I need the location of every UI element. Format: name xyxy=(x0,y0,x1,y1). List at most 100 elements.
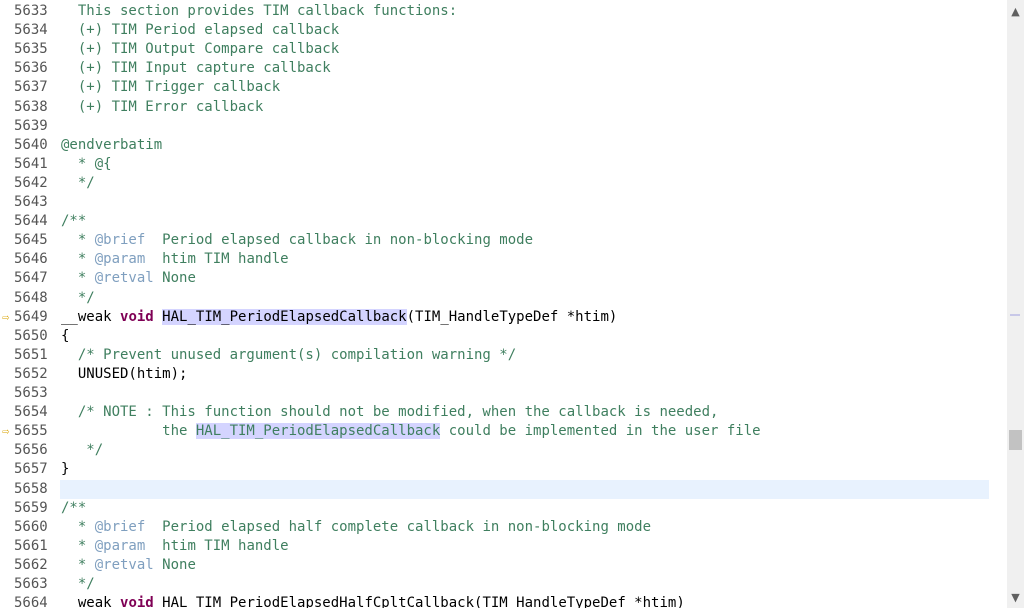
code-line[interactable]: 5646 * @param htim TIM handle xyxy=(0,250,990,269)
code-line[interactable]: 5648 */ xyxy=(0,289,990,308)
line-number: 5639 xyxy=(14,117,48,134)
code-text[interactable]: /* Prevent unused argument(s) compilatio… xyxy=(61,346,516,365)
code-token: @retval xyxy=(94,556,154,573)
code-line[interactable]: 5633 This section provides TIM callback … xyxy=(0,2,990,21)
code-line[interactable]: 5658 xyxy=(0,480,990,499)
code-token: /* Prevent unused argument(s) compilatio… xyxy=(61,346,517,363)
code-line[interactable]: 5643 xyxy=(0,193,990,212)
code-token: void xyxy=(120,308,154,325)
code-line[interactable]: 5652 UNUSED(htim); xyxy=(0,365,990,384)
code-text[interactable]: } xyxy=(61,460,69,479)
code-text[interactable]: */ xyxy=(61,289,95,308)
line-number: 5645 xyxy=(14,232,48,249)
code-text[interactable]: { xyxy=(61,327,69,346)
code-text[interactable]: __weak void HAL_TIM_PeriodElapsedCallbac… xyxy=(61,308,617,327)
code-line[interactable]: 5657} xyxy=(0,460,990,479)
code-line[interactable]: 5663 */ xyxy=(0,575,990,594)
code-token: */ xyxy=(61,289,95,306)
code-line[interactable]: 5661 * @param htim TIM handle xyxy=(0,537,990,556)
code-line[interactable]: 5647 * @retval None xyxy=(0,269,990,288)
overview-occurrence-marker[interactable] xyxy=(1010,314,1020,316)
line-number: 5663 xyxy=(14,576,48,592)
code-token: This section provides TIM callback funct… xyxy=(61,3,458,19)
code-line[interactable]: 5635 (+) TIM Output Compare callback xyxy=(0,40,990,59)
code-line[interactable]: 5664 __weak void HAL_TIM_PeriodElapsedHal… xyxy=(0,594,990,608)
code-line[interactable]: 5634 (+) TIM Period elapsed callback xyxy=(0,21,990,40)
code-token: { xyxy=(61,327,70,344)
code-line[interactable]: 5642 */ xyxy=(0,174,990,193)
code-text[interactable]: (+) TIM Input capture callback xyxy=(61,59,331,78)
code-line[interactable]: 5638 (+) TIM Error callback xyxy=(0,98,990,117)
line-number: 5650 xyxy=(14,327,48,344)
code-line[interactable]: 5650 { xyxy=(0,327,990,346)
code-line[interactable]: 5640 @endverbatim xyxy=(0,136,990,155)
code-line[interactable]: 5659 /** xyxy=(0,499,990,518)
code-token: __weak xyxy=(61,595,121,608)
code-text[interactable]: /** xyxy=(61,212,86,231)
code-text[interactable]: This section provides TIM callback funct… xyxy=(61,2,457,21)
code-text[interactable]: * @param htim TIM handle xyxy=(61,250,289,269)
code-line[interactable]: 5653 xyxy=(0,384,990,403)
code-line[interactable]: 5651 /* Prevent unused argument(s) compi… xyxy=(0,346,990,365)
code-text[interactable]: UNUSED(htim); xyxy=(61,365,188,384)
code-line[interactable]: 5656 */ xyxy=(0,441,990,460)
code-editor[interactable]: 5633 This section provides TIM callback … xyxy=(0,0,990,608)
line-number: 5653 xyxy=(14,385,48,401)
line-number: 5636 xyxy=(14,60,48,77)
code-text[interactable]: * @{ xyxy=(61,155,112,174)
code-line[interactable]: 5641 * @{ xyxy=(0,155,990,174)
code-text[interactable]: the HAL_TIM_PeriodElapsedCallback could … xyxy=(61,422,761,441)
code-text[interactable]: * @retval None xyxy=(61,269,196,288)
occurrence-arrow-icon[interactable]: ⇨ xyxy=(2,422,14,441)
line-number: 5661 xyxy=(14,537,48,554)
code-line[interactable]: 5636 (+) TIM Input capture callback xyxy=(0,59,990,78)
code-text[interactable]: * @brief Period elapsed callback in non-… xyxy=(61,231,533,250)
code-text[interactable]: * @brief Period elapsed half complete ca… xyxy=(61,518,651,537)
code-line[interactable]: 5645 * @brief Period elapsed callback in… xyxy=(0,231,990,250)
code-line[interactable]: 5662 * @retval None xyxy=(0,556,990,575)
code-line[interactable]: 5654 /* NOTE : This function should not … xyxy=(0,403,990,422)
code-text[interactable]: /** xyxy=(61,499,86,518)
code-line[interactable]: ⇨ 5655 the HAL_TIM_PeriodElapsedCallback … xyxy=(0,422,990,441)
code-token: * xyxy=(61,270,95,287)
scrollbar-track[interactable] xyxy=(1007,0,1024,608)
vertical-scrollbar[interactable]: ▲ ▼ xyxy=(990,0,1024,608)
code-line[interactable]: 5644 /** xyxy=(0,212,990,231)
code-text[interactable]: (+) TIM Error callback xyxy=(61,98,263,117)
code-token: /** xyxy=(61,499,87,516)
code-token: (+) TIM Output Compare callback xyxy=(61,41,340,58)
code-token: (+) TIM Trigger callback xyxy=(61,79,281,96)
code-line[interactable]: ⇨ 5649 __weak void HAL_TIM_PeriodElapsedCa… xyxy=(0,308,990,327)
line-number: 5660 xyxy=(14,518,48,535)
scroll-down-arrow-icon[interactable]: ▼ xyxy=(1007,589,1024,606)
code-text[interactable]: __weak void HAL_TIM_PeriodElapsedHalfCpl… xyxy=(61,594,685,608)
code-token: @retval xyxy=(94,270,154,287)
scrollbar-thumb[interactable] xyxy=(1009,430,1022,450)
line-number: 5641 xyxy=(14,155,48,172)
occurrence-arrow-icon[interactable]: ⇨ xyxy=(2,308,14,327)
code-token: Period elapsed callback in non-blocking … xyxy=(145,232,534,249)
line-number: 5651 xyxy=(14,346,48,363)
code-text[interactable]: */ xyxy=(61,575,95,594)
code-text[interactable]: * @param htim TIM handle xyxy=(61,537,289,556)
code-text[interactable]: (+) TIM Trigger callback xyxy=(61,78,280,97)
code-token: * xyxy=(61,518,95,535)
code-text[interactable]: (+) TIM Period elapsed callback xyxy=(61,21,339,40)
code-text[interactable]: (+) TIM Output Compare callback xyxy=(61,40,339,59)
line-number: 5662 xyxy=(14,556,48,573)
line-number: 5652 xyxy=(14,365,48,382)
code-text[interactable]: */ xyxy=(61,174,95,193)
scroll-up-arrow-icon[interactable]: ▲ xyxy=(1007,3,1024,20)
line-number: 5635 xyxy=(14,41,48,58)
code-line[interactable]: 5639 xyxy=(0,117,990,136)
code-line[interactable]: 5660 * @brief Period elapsed half comple… xyxy=(0,518,990,537)
code-text[interactable]: @endverbatim xyxy=(61,136,162,155)
code-token: void xyxy=(120,595,154,608)
code-line[interactable]: 5637 (+) TIM Trigger callback xyxy=(0,78,990,97)
code-text[interactable]: /* NOTE : This function should not be mo… xyxy=(61,403,719,422)
code-text[interactable]: * @retval None xyxy=(61,556,196,575)
code-token: Period elapsed half complete callback in… xyxy=(145,518,652,535)
line-number: 5664 xyxy=(14,595,48,608)
code-text[interactable]: */ xyxy=(61,441,103,460)
code-token: * xyxy=(61,556,95,573)
